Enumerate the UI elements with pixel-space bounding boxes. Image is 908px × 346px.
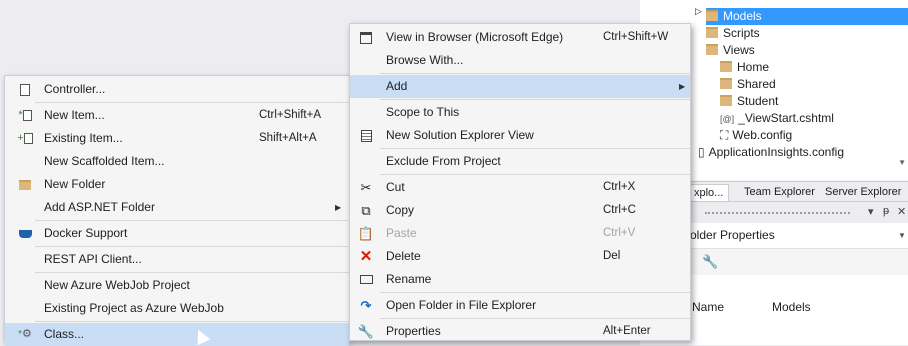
menu-item-rest-api-client[interactable]: REST API Client... (5, 248, 349, 271)
tab-solution-explorer[interactable]: xplo... (688, 184, 730, 201)
wrench-icon[interactable]: 🔧 (702, 254, 718, 270)
dropdown-icon[interactable]: ▾ (868, 205, 874, 218)
folder-icon (706, 27, 718, 38)
menu-item-properties[interactable]: 🔧 Properties Alt+Enter (350, 320, 690, 343)
pin-icon[interactable]: ᵽ (883, 205, 889, 217)
docker-icon (17, 222, 33, 245)
menu-item-scope-to-this[interactable]: Scope to This (350, 101, 690, 124)
browser-icon (358, 26, 374, 49)
menu-item-docker-support[interactable]: Docker Support (5, 222, 349, 245)
folder-icon (706, 10, 718, 21)
menu-item-add[interactable]: Add ▶ (350, 75, 690, 98)
tab-team-explorer[interactable]: Team Explorer (739, 184, 820, 200)
expand-caret-icon[interactable]: ▷ (695, 6, 702, 17)
scroll-down-icon[interactable]: ▼ (898, 158, 906, 167)
property-name-value: Models (772, 300, 811, 314)
add-submenu: Controller... * New Item... Ctrl+Shift+A… (4, 75, 350, 346)
menu-separator (35, 220, 349, 221)
tree-item-home[interactable]: Home (720, 59, 769, 76)
context-menu: View in Browser (Microsoft Edge) Ctrl+Sh… (349, 23, 691, 341)
menu-item-delete[interactable]: ✕ Delete Del (350, 245, 690, 268)
menu-item-controller[interactable]: Controller... (5, 78, 349, 101)
properties-icon: 🔧 (357, 324, 375, 339)
menu-item-new-item[interactable]: * New Item... Ctrl+Shift+A (5, 104, 349, 127)
open-folder-icon: ↷ (360, 298, 372, 313)
cut-icon: ✂ (360, 180, 372, 195)
menu-item-cut[interactable]: ✂ Cut Ctrl+X (350, 176, 690, 199)
menu-separator (380, 73, 690, 74)
menu-separator (380, 292, 690, 293)
tree-item-models[interactable]: Models (706, 8, 908, 25)
delete-icon: ✕ (359, 248, 373, 265)
menu-item-browse-with[interactable]: Browse With... (350, 49, 690, 72)
existing-item-icon: + (17, 127, 33, 150)
tree-item-appinsights[interactable]: ▯ ApplicationInsights.config (698, 144, 844, 161)
menu-item-add-aspnet-folder[interactable]: Add ASP.NET Folder ▶ (5, 196, 349, 219)
tree-item-views[interactable]: Views (706, 42, 755, 59)
menu-separator (35, 272, 349, 273)
submenu-arrow-icon: ▶ (335, 203, 342, 212)
tree-item-viewstart[interactable]: [@] _ViewStart.cshtml (720, 110, 834, 127)
new-folder-icon (17, 173, 33, 196)
menu-item-class[interactable]: * ⚙ Class... (5, 323, 349, 346)
menu-item-open-folder-in-file-explorer[interactable]: ↷ Open Folder in File Explorer (350, 294, 690, 317)
tree-item-scripts[interactable]: Scripts (706, 25, 760, 42)
submenu-arrow-icon: ▶ (679, 82, 686, 91)
tab-server-explorer[interactable]: Server Explorer (820, 184, 906, 200)
folder-icon (720, 61, 732, 72)
menu-item-new-folder[interactable]: New Folder (5, 173, 349, 196)
new-item-icon: * (17, 104, 33, 127)
controller-icon (17, 78, 33, 101)
folder-open-icon (706, 44, 718, 55)
file-icon: ▯ (698, 145, 705, 159)
menu-separator (380, 318, 690, 319)
menu-item-copy[interactable]: ⧉ Copy Ctrl+C (350, 199, 690, 222)
menu-separator (35, 246, 349, 247)
menu-item-new-azure-webjob-project[interactable]: New Azure WebJob Project (5, 274, 349, 297)
paste-icon: 📋 (357, 226, 375, 241)
menu-separator (380, 174, 690, 175)
folder-icon (720, 95, 732, 106)
menu-separator (35, 102, 349, 103)
menu-item-paste[interactable]: 📋 Paste Ctrl+V (350, 222, 690, 245)
menu-item-existing-item[interactable]: + Existing Item... Shift+Alt+A (5, 127, 349, 150)
menu-separator (35, 321, 349, 322)
class-icon: * ⚙ (18, 328, 32, 340)
close-icon[interactable]: ✕ (897, 205, 906, 218)
tree-item-webconfig[interactable]: ⛶ Web.config (720, 127, 792, 144)
tree-scrollbar[interactable]: ▼ (898, 150, 908, 180)
menu-item-existing-project-azure-webjob[interactable]: Existing Project as Azure WebJob (5, 297, 349, 320)
menu-item-view-in-browser[interactable]: View in Browser (Microsoft Edge) Ctrl+Sh… (350, 26, 690, 49)
property-name-label: Name (692, 300, 725, 314)
menu-item-rename[interactable]: Rename (350, 268, 690, 291)
config-file-icon: ⛶ (720, 128, 729, 142)
chevron-down-icon[interactable]: ▼ (898, 223, 906, 248)
drag-grip[interactable] (705, 212, 850, 217)
tree-item-student[interactable]: Student (720, 93, 778, 110)
menu-separator (380, 148, 690, 149)
folder-icon (720, 78, 732, 89)
menu-separator (380, 99, 690, 100)
copy-icon: ⧉ (361, 203, 371, 218)
rename-icon (358, 268, 374, 291)
menu-item-exclude-from-project[interactable]: Exclude From Project (350, 150, 690, 173)
properties-object-label: older Properties (690, 228, 775, 242)
tree-item-shared[interactable]: Shared (720, 76, 776, 93)
razor-file-icon: [@] (720, 114, 735, 124)
solution-view-icon (358, 124, 374, 147)
menu-item-new-scaffolded-item[interactable]: New Scaffolded Item... (5, 150, 349, 173)
menu-item-new-solution-explorer-view[interactable]: New Solution Explorer View (350, 124, 690, 147)
